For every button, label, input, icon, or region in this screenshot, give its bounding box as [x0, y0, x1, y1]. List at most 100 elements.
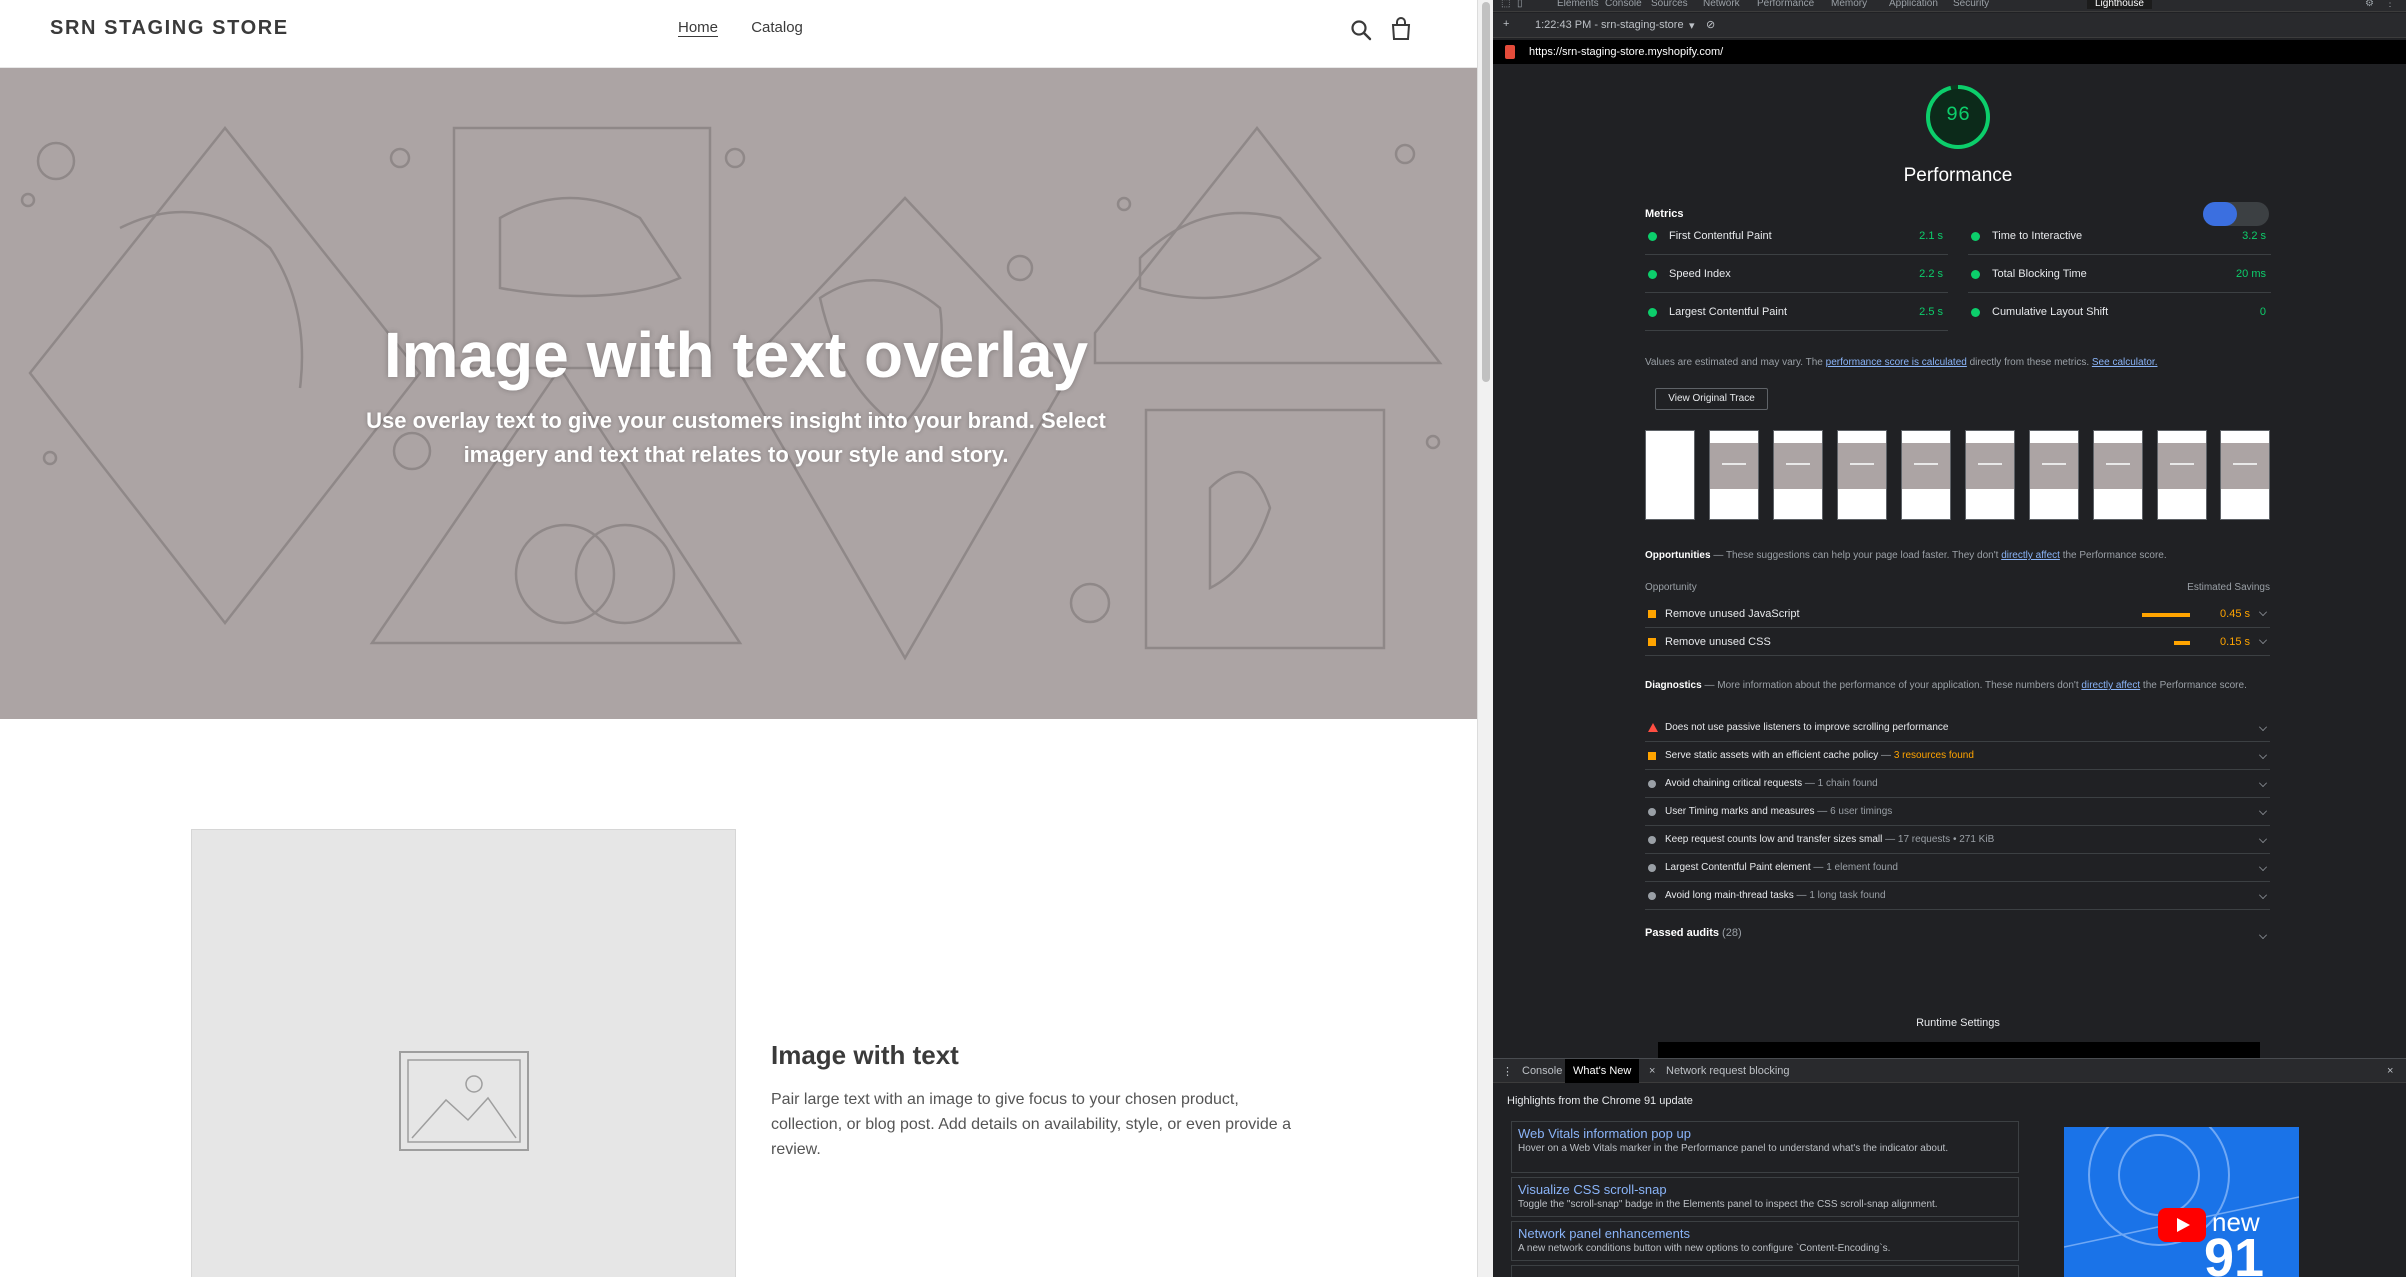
- inspect-icon[interactable]: ⬚: [1501, 0, 1510, 9]
- filmstrip-frame: [2157, 430, 2207, 520]
- page-scrollbar[interactable]: [1477, 0, 1493, 1277]
- close-icon[interactable]: ×: [2387, 1065, 2393, 1077]
- see-calculator-link[interactable]: See calculator.: [2092, 357, 2158, 368]
- report-url[interactable]: https://srn-staging-store.myshopify.com/: [1529, 46, 1723, 58]
- clear-icon[interactable]: ⊘: [1706, 18, 1715, 31]
- device-toggle-icon[interactable]: ▯: [1517, 0, 1523, 9]
- diagnostic-name: Keep request counts low and transfer siz…: [1665, 834, 1994, 845]
- savings-value: 0.45 s: [2220, 608, 2250, 620]
- gear-icon[interactable]: ⚙: [2365, 0, 2374, 9]
- chevron-down-icon[interactable]: [2259, 723, 2267, 731]
- news-title-link[interactable]: Visualize CSS scroll-snap: [1518, 1182, 2012, 1197]
- drawer-tab-console[interactable]: Console: [1522, 1065, 1562, 1077]
- opportunity-row[interactable]: Remove unused JavaScript 0.45 s: [1645, 600, 2270, 628]
- play-icon[interactable]: [2158, 1208, 2206, 1242]
- pass-icon: [1648, 270, 1657, 279]
- directly-affect-link[interactable]: directly affect: [2001, 550, 2060, 561]
- tab-console[interactable]: Console: [1605, 0, 1642, 9]
- tab-security[interactable]: Security: [1953, 0, 1989, 9]
- report-selector[interactable]: 1:22:43 PM - srn-staging-store: [1535, 19, 1684, 31]
- whats-new-video[interactable]: new 91: [2064, 1127, 2299, 1277]
- tab-memory[interactable]: Memory: [1831, 0, 1867, 9]
- col-opportunity: Opportunity: [1645, 582, 1697, 593]
- diagnostic-detail: 3 resources found: [1893, 750, 1974, 761]
- tab-sources[interactable]: Sources: [1651, 0, 1688, 9]
- chevron-down-icon[interactable]: [2259, 636, 2267, 644]
- info-circle-icon: [1648, 892, 1656, 900]
- diagnostic-name: Avoid chaining critical requests — 1 cha…: [1665, 778, 1878, 789]
- opportunities-desc: the Performance score.: [2059, 550, 2167, 561]
- pass-icon: [1971, 232, 1980, 241]
- news-desc: A new network conditions button with new…: [1518, 1243, 1891, 1254]
- warning-square-icon: [1648, 638, 1656, 646]
- diagnostic-row[interactable]: Avoid chaining critical requests — 1 cha…: [1645, 771, 2270, 798]
- pass-icon: [1648, 308, 1657, 317]
- tab-performance[interactable]: Performance: [1757, 0, 1814, 9]
- metric-value: 2.2 s: [1919, 268, 1943, 280]
- more-icon[interactable]: ⋮: [1502, 1065, 1513, 1078]
- nav-home-link[interactable]: Home: [678, 19, 718, 36]
- diagnostics-title: Diagnostics: [1645, 680, 1702, 691]
- opportunity-row[interactable]: Remove unused CSS 0.15 s: [1645, 628, 2270, 656]
- diagnostic-row[interactable]: Does not use passive listeners to improv…: [1645, 715, 2270, 742]
- search-icon[interactable]: [1350, 19, 1372, 41]
- pass-icon: [1648, 232, 1657, 241]
- chevron-down-icon[interactable]: [2259, 807, 2267, 815]
- metric-value: 0: [2259, 306, 2266, 318]
- plus-icon[interactable]: +: [1503, 18, 1509, 30]
- chevron-down-icon[interactable]: [2259, 779, 2267, 787]
- nav-catalog-link[interactable]: Catalog: [751, 19, 803, 36]
- news-item[interactable]: Web Vitals information pop up Hover on a…: [1511, 1121, 2019, 1173]
- news-title-link[interactable]: Web Vitals information pop up: [1518, 1126, 2012, 1141]
- diagnostic-detail: 17 requests • 271 KiB: [1897, 834, 1995, 845]
- diagnostic-row[interactable]: Serve static assets with an efficient ca…: [1645, 743, 2270, 770]
- diagnostic-row[interactable]: Keep request counts low and transfer siz…: [1645, 827, 2270, 854]
- diagnostics-desc: — More information about the performance…: [1701, 680, 2082, 691]
- diagnostic-title: Keep request counts low and transfer siz…: [1665, 834, 1883, 845]
- tab-application[interactable]: Application: [1889, 0, 1938, 9]
- chevron-down-icon[interactable]: [2259, 931, 2267, 939]
- close-icon[interactable]: ×: [1649, 1065, 1655, 1077]
- chevron-down-icon[interactable]: [2259, 751, 2267, 759]
- tab-network[interactable]: Network: [1703, 0, 1740, 9]
- more-icon[interactable]: ⋮: [2385, 0, 2395, 9]
- chevron-down-icon[interactable]: ▾: [1689, 19, 1695, 32]
- diagnostic-row[interactable]: Largest Contentful Paint element — 1 ele…: [1645, 855, 2270, 882]
- devtools-panel: ⬚ ▯ Elements Console Sources Network Per…: [1493, 0, 2406, 1277]
- directly-affect-link[interactable]: directly affect: [2081, 680, 2140, 691]
- filmstrip-frame: [1645, 430, 1695, 520]
- performance-score: 96: [1945, 104, 1970, 127]
- runtime-settings-table: [1658, 1042, 2260, 1058]
- cart-icon[interactable]: [1390, 17, 1412, 41]
- news-title-link[interactable]: Network panel enhancements: [1518, 1226, 2012, 1241]
- news-item[interactable]: Network panel enhancements A new network…: [1511, 1221, 2019, 1261]
- diagnostic-row[interactable]: Avoid long main-thread tasks — 1 long ta…: [1645, 883, 2270, 910]
- diagnostic-title: User Timing marks and measures: [1665, 806, 1815, 817]
- drawer-tab-network-blocking[interactable]: Network request blocking: [1666, 1065, 1790, 1077]
- tab-elements[interactable]: Elements: [1557, 0, 1599, 9]
- separator: —: [1814, 806, 1831, 817]
- passed-audits-row[interactable]: Passed audits (28): [1645, 927, 2270, 947]
- store-nav: Home Catalog: [678, 19, 832, 36]
- store-logo[interactable]: SRN STAGING STORE: [50, 17, 289, 40]
- savings-bar: [2174, 641, 2190, 645]
- chevron-down-icon[interactable]: [2259, 608, 2267, 616]
- chevron-down-icon[interactable]: [2259, 891, 2267, 899]
- news-item[interactable]: [1511, 1265, 2019, 1277]
- diagnostic-row[interactable]: User Timing marks and measures — 6 user …: [1645, 799, 2270, 826]
- diagnostic-name: Serve static assets with an efficient ca…: [1665, 750, 1974, 761]
- drawer-tab-whats-new[interactable]: What's New: [1565, 1059, 1640, 1083]
- opportunities-columns: Opportunity Estimated Savings: [1645, 582, 2270, 593]
- hero-illustration: [20, 125, 1443, 661]
- tab-lighthouse[interactable]: Lighthouse: [2087, 0, 2152, 9]
- scrollbar-thumb[interactable]: [1482, 2, 1490, 382]
- news-item[interactable]: Visualize CSS scroll-snap Toggle the "sc…: [1511, 1177, 2019, 1217]
- chevron-down-icon[interactable]: [2259, 835, 2267, 843]
- runtime-settings-title: Runtime Settings: [1916, 1017, 2000, 1029]
- chevron-down-icon[interactable]: [2259, 863, 2267, 871]
- store-page: SRN STAGING STORE Home Catalog Image wit…: [0, 0, 1477, 1277]
- diagnostic-title: Does not use passive listeners to improv…: [1665, 722, 1949, 733]
- metric-name: First Contentful Paint: [1669, 230, 1772, 242]
- score-calculated-link[interactable]: performance score is calculated: [1826, 357, 1967, 368]
- view-trace-button[interactable]: View Original Trace: [1655, 388, 1768, 410]
